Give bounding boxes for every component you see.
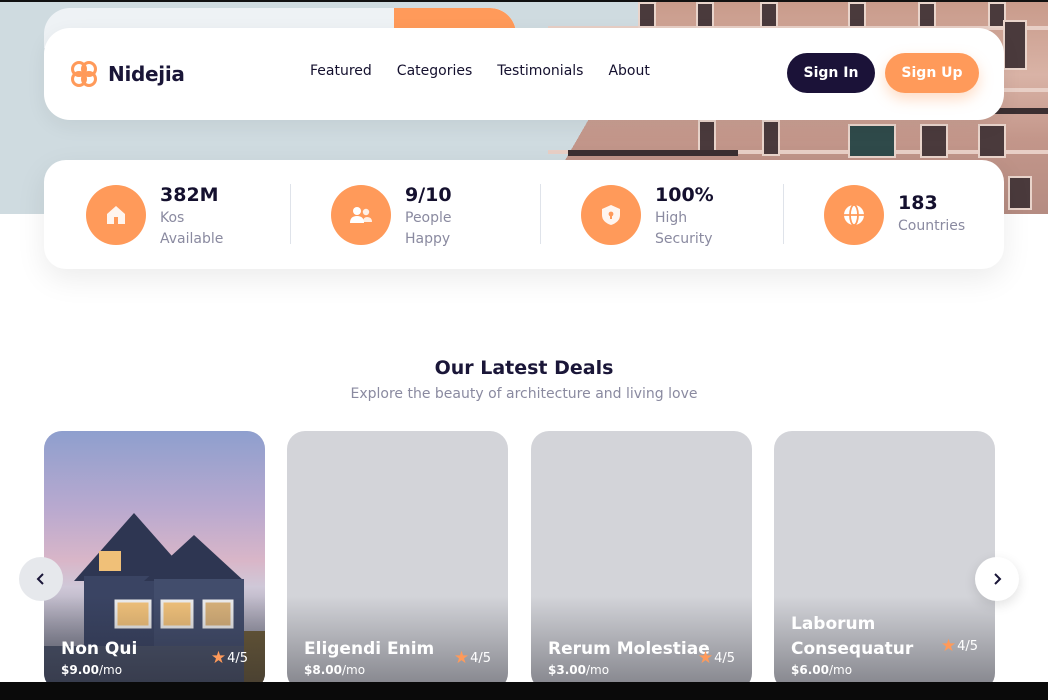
deal-title: Non Qui	[61, 639, 138, 659]
people-icon	[331, 185, 391, 245]
price-amount: $9.00	[61, 663, 99, 677]
stat-high-security: 100% High Security	[581, 184, 714, 250]
deal-rating: ★ 4/5	[698, 648, 735, 668]
chevron-right-icon	[994, 573, 1002, 585]
nav-links: Featured Categories Testimonials About	[310, 63, 650, 79]
stat-label: Happy	[405, 231, 451, 247]
star-icon: ★	[697, 648, 714, 668]
deal-rating: ★ 4/5	[454, 648, 491, 668]
deal-title: Laborum	[791, 614, 876, 634]
carousel-prev-button[interactable]	[19, 557, 63, 601]
nav-link-categories[interactable]: Categories	[397, 63, 472, 79]
deal-price: $6.00/mo	[791, 663, 852, 677]
stat-value: 183	[898, 192, 938, 214]
logo-icon	[68, 58, 100, 90]
stat-label: Countries	[898, 218, 966, 234]
stat-countries: 183 Countries	[824, 184, 965, 245]
divider	[540, 184, 541, 244]
deal-rating: ★ 4/5	[941, 636, 978, 656]
nav-link-about[interactable]: About	[608, 63, 649, 79]
stat-value: 382M	[160, 184, 219, 206]
rating-value: 4/5	[470, 650, 491, 666]
globe-icon	[824, 185, 884, 245]
price-unit: /mo	[585, 663, 610, 677]
divider	[290, 184, 291, 244]
deal-title: Rerum Molestiae	[548, 639, 710, 659]
stat-kos-available: 382M Kos Available	[86, 184, 223, 250]
deal-card[interactable]: Laborum Consequatur ★ 4/5 $6.00/mo	[774, 431, 995, 691]
stats-panel: 382M Kos Available 9/10 People Happy 100…	[44, 160, 1004, 269]
stat-label: Kos	[160, 210, 185, 226]
home-icon	[86, 185, 146, 245]
price-unit: /mo	[98, 663, 123, 677]
stat-label: Security	[655, 231, 713, 247]
price-unit: /mo	[341, 663, 366, 677]
rating-value: 4/5	[714, 650, 735, 666]
stat-people-happy: 9/10 People Happy	[331, 184, 452, 250]
brand-name: Nidejia	[108, 62, 185, 86]
stat-value: 9/10	[405, 184, 452, 206]
stat-value: 100%	[655, 184, 714, 206]
star-icon: ★	[940, 636, 957, 656]
rating-value: 4/5	[957, 638, 978, 654]
stat-label: Available	[160, 231, 224, 247]
deal-title: Eligendi Enim	[304, 639, 435, 659]
price-unit: /mo	[828, 663, 853, 677]
price-amount: $3.00	[548, 663, 586, 677]
nav-link-featured[interactable]: Featured	[310, 63, 372, 79]
stat-label: People	[405, 210, 452, 226]
deal-rating: ★ 4/5	[211, 648, 248, 668]
bottom-edge	[0, 682, 1048, 700]
divider	[783, 184, 784, 244]
chevron-left-icon	[36, 573, 44, 585]
price-amount: $8.00	[304, 663, 342, 677]
carousel-next-button[interactable]	[975, 557, 1019, 601]
star-icon: ★	[210, 648, 227, 668]
deal-card[interactable]: Eligendi Enim ★ 4/5 $8.00/mo	[287, 431, 508, 691]
nav-link-testimonials[interactable]: Testimonials	[497, 63, 583, 79]
price-amount: $6.00	[791, 663, 829, 677]
navbar: Nidejia Featured Categories Testimonials…	[44, 28, 1004, 120]
rating-value: 4/5	[227, 650, 248, 666]
deal-card[interactable]: Non Qui ★ 4/5 $9.00/mo	[44, 431, 265, 691]
section-subtitle: Explore the beauty of architecture and l…	[350, 386, 698, 402]
section-title: Our Latest Deals	[434, 357, 614, 379]
deal-title: Consequatur	[791, 639, 914, 659]
sign-up-button[interactable]: Sign Up	[885, 53, 979, 93]
deal-card[interactable]: Rerum Molestiae ★ 4/5 $3.00/mo	[531, 431, 752, 691]
shield-icon	[581, 185, 641, 245]
sign-in-button[interactable]: Sign In	[787, 53, 875, 93]
deal-price: $3.00/mo	[548, 663, 609, 677]
deal-price: $8.00/mo	[304, 663, 365, 677]
stat-label: High	[655, 210, 688, 226]
deal-price: $9.00/mo	[61, 663, 122, 677]
top-edge	[0, 0, 1048, 2]
star-icon: ★	[453, 648, 470, 668]
logo[interactable]: Nidejia	[68, 58, 185, 90]
